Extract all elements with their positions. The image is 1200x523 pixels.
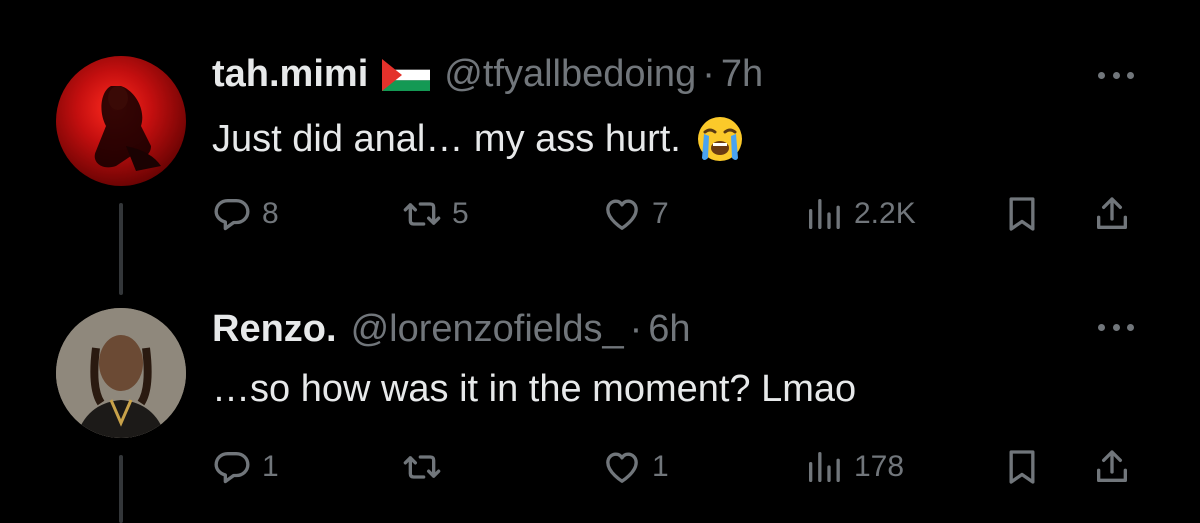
tweet-header: Renzo. @lorenzofields_ · 6h — [212, 308, 691, 351]
thread-line — [119, 455, 123, 523]
tweet-text: …so how was it in the moment? Lmao — [212, 368, 856, 411]
tweet-text-content: …so how was it in the moment? Lmao — [212, 368, 857, 410]
bookmark-button[interactable] — [1002, 443, 1042, 491]
share-button[interactable] — [1092, 443, 1132, 491]
like-button[interactable]: 7 — [602, 190, 669, 238]
palestine-flag-icon — [382, 58, 431, 91]
loudly-crying-face-icon — [695, 114, 745, 164]
separator: · — [702, 53, 715, 95]
separator: · — [629, 308, 643, 350]
reply-button[interactable]: 1 — [212, 443, 279, 491]
views-icon — [809, 199, 840, 229]
retweet-button[interactable]: 5 — [402, 190, 469, 238]
avatar-image — [56, 308, 186, 438]
share-button[interactable] — [1092, 190, 1132, 238]
views-button[interactable]: 178 — [804, 443, 904, 491]
more-icon[interactable] — [1098, 70, 1134, 80]
like-count: 1 — [652, 450, 669, 483]
share-icon — [1097, 197, 1127, 229]
thread-line — [119, 203, 123, 295]
like-button[interactable]: 1 — [602, 443, 669, 491]
heart-icon — [606, 199, 638, 230]
bookmark-icon — [1009, 450, 1035, 484]
share-icon — [1097, 450, 1127, 482]
more-icon[interactable] — [1098, 322, 1134, 332]
timestamp[interactable]: 6h — [648, 308, 690, 351]
like-count: 7 — [652, 197, 669, 230]
views-icon — [809, 452, 840, 482]
tweet-header: tah.mimi @tfyallbedoing · 7h — [212, 53, 763, 96]
tweet-text-content: Just did anal… my ass hurt. — [212, 117, 681, 160]
retweet-icon — [403, 202, 441, 226]
display-name[interactable]: tah.mimi — [212, 53, 368, 96]
retweet-button[interactable] — [402, 443, 452, 491]
tweet-actions: 8 5 7 2.2K — [212, 190, 1142, 238]
tweet-2[interactable]: Renzo. @lorenzofields_ · 6h …so how was … — [0, 300, 1200, 523]
views-count: 178 — [854, 450, 905, 483]
avatar[interactable] — [56, 56, 186, 186]
tweet-1[interactable]: tah.mimi @tfyallbedoing · 7h Just did an… — [0, 0, 1200, 300]
retweet-count: 5 — [452, 197, 469, 230]
tweet-text: Just did anal… my ass hurt. — [212, 114, 745, 164]
username-handle[interactable]: @lorenzofields_ — [351, 308, 624, 351]
reply-icon — [214, 199, 250, 231]
retweet-icon — [403, 455, 441, 479]
reply-button[interactable]: 8 — [212, 190, 279, 238]
heart-icon — [606, 452, 638, 483]
tweet-actions: 1 1 178 — [212, 443, 1142, 491]
display-name[interactable]: Renzo. — [212, 308, 337, 351]
avatar-image — [94, 86, 161, 171]
reply-count: 1 — [262, 450, 279, 483]
bookmark-icon — [1009, 197, 1035, 231]
views-count: 2.2K — [854, 197, 916, 230]
avatar[interactable] — [56, 308, 186, 438]
reply-count: 8 — [262, 197, 279, 230]
bookmark-button[interactable] — [1002, 190, 1042, 238]
views-button[interactable]: 2.2K — [804, 190, 916, 238]
reply-icon — [214, 452, 250, 484]
username-handle[interactable]: @tfyallbedoing — [444, 53, 696, 96]
timestamp[interactable]: 7h — [721, 53, 763, 96]
